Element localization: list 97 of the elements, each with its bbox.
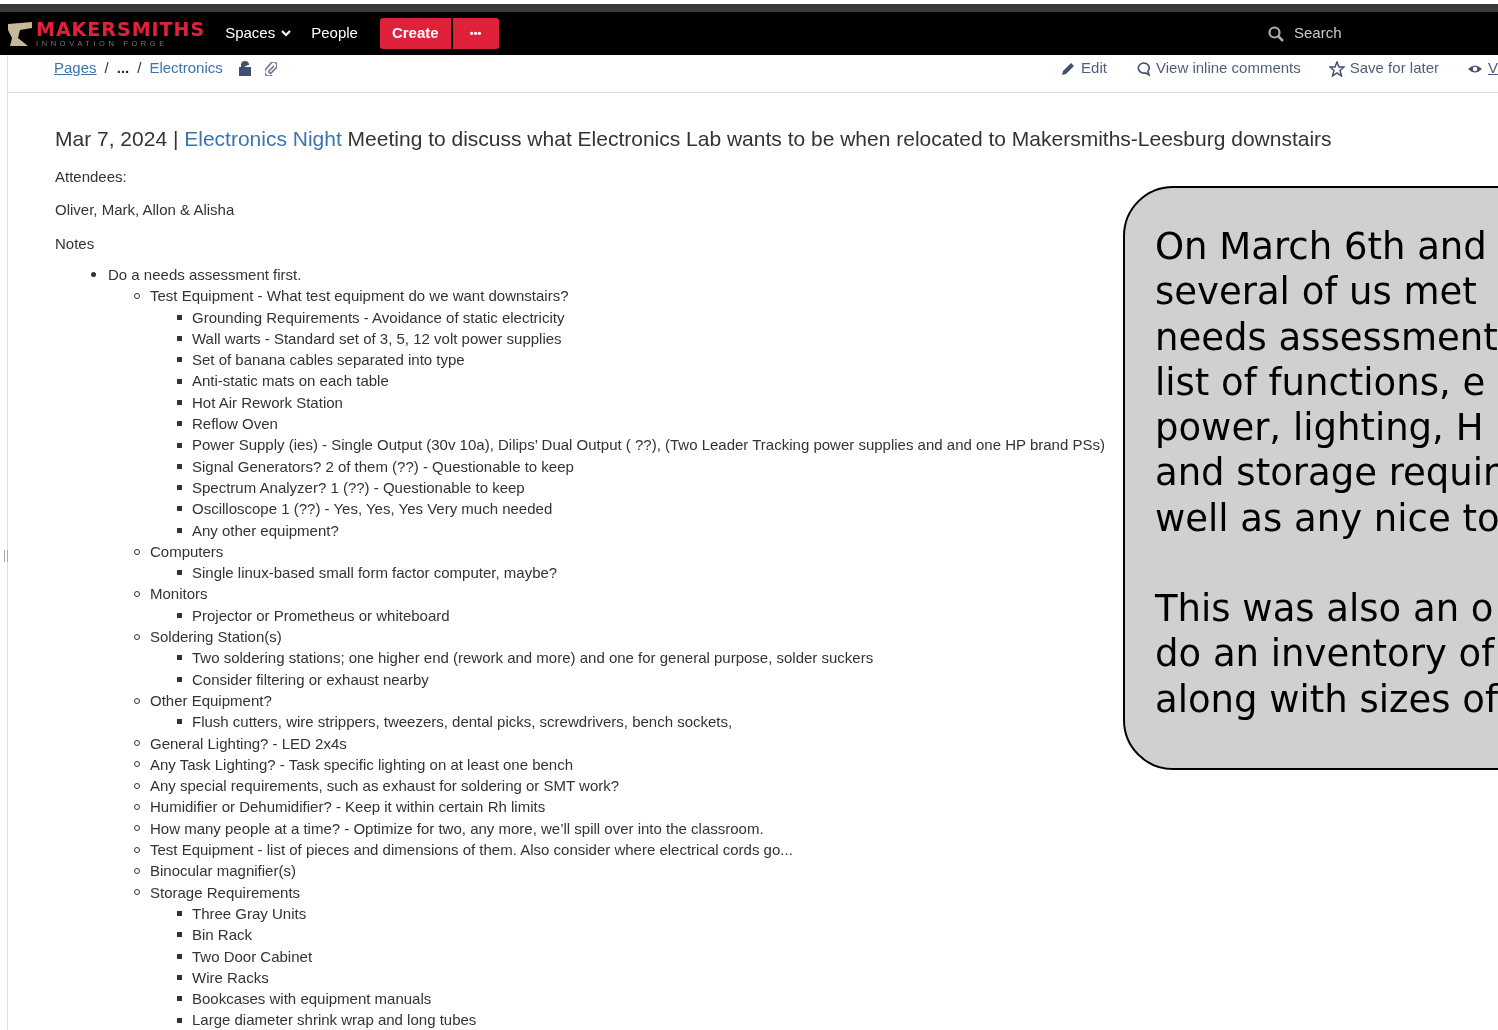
square-bullet-icon [177, 612, 182, 618]
callout-text-line: several of us met [1155, 269, 1477, 315]
list-item-text: Wall warts - Standard set of 3, 5, 12 volt power supplies [192, 328, 562, 349]
square-bullet-icon [177, 676, 182, 682]
callout-text-line: This was also an o [1155, 586, 1494, 632]
logo-wordmark: MAKERSMITHS [36, 19, 206, 39]
square-bullet-icon [177, 932, 182, 938]
list-item-text: Large diameter shrink wrap and long tubes [192, 1010, 477, 1030]
list-item-text: Projector or Prometheus or whiteboard [192, 605, 450, 626]
square-bullet-icon [177, 1017, 182, 1023]
create-button[interactable]: Create [379, 18, 451, 49]
list-item-text: Signal Generators? 2 of them (??) - Questionable to keep [192, 456, 574, 477]
callout-text-line: well as any nice to [1155, 495, 1498, 542]
callout-text-line: along with sizes of [1155, 676, 1498, 722]
square-bullet-icon [177, 506, 182, 512]
square-bullet-icon [177, 378, 182, 384]
paragraph-text: Attendees: [55, 166, 127, 187]
callout-text-line: power, lighting, H [1155, 405, 1484, 451]
list-item-text: Test Equipment - What test equipment do we want downstairs? [150, 286, 569, 307]
list-item-text: Bookcases with equipment manuals [192, 989, 432, 1010]
list-item-text: Three Gray Units [192, 903, 307, 924]
list-item-text: Oscilloscope 1 (??) - Yes, Yes, Yes Very much needed [192, 499, 553, 520]
list-item-text: Two Door Cabinet [192, 946, 313, 967]
page-action-link[interactable]: View inline comments [1134, 57, 1301, 80]
square-bullet-icon [177, 442, 182, 448]
list-item-text: Binocular magnifier(s) [150, 861, 296, 882]
callout-text-line: list of functions, e [1155, 359, 1486, 406]
list-item-text: Storage Requirements [150, 882, 301, 903]
breadcrumb-link[interactable]: Electronics [149, 57, 223, 80]
breadcrumb-separator: / [104, 58, 109, 79]
resize-handle[interactable] [4, 550, 8, 562]
list-item-text: Any other equipment? [192, 520, 339, 541]
square-bullet-icon [177, 314, 182, 320]
list-item-text: Single linux-based small form factor computer, maybe? [192, 563, 558, 584]
more-button[interactable]: ••• [452, 18, 499, 49]
square-bullet-icon [177, 527, 182, 533]
list-item-text: Monitors [150, 584, 208, 605]
square-bullet-icon [177, 655, 182, 661]
list-item-text: Bin Rack [192, 925, 253, 946]
list-item-text: Anti-static mats on each table [192, 371, 389, 392]
square-bullet-icon [177, 399, 182, 405]
list-item-text: Two soldering stations; one higher end (rework and more) and one for general purpose, solder suckers [192, 648, 874, 669]
list-item-text: Reflow Oven [192, 414, 278, 435]
page-action-link[interactable]: Save for later [1328, 57, 1439, 80]
list-item-text: Wire Racks [192, 967, 269, 988]
callout-text-line: On March 6th and [1155, 224, 1487, 270]
pencil-icon [1060, 60, 1077, 77]
list-item-text: Consider filtering or exhaust nearby [192, 669, 429, 690]
list-item-text: Do a needs assessment first. [108, 265, 302, 285]
list-item-text: Soldering Station(s) [150, 627, 282, 648]
list-item-text: Test Equipment - list of pieces and dimensions of them. Also consider where electrical cords go... [150, 840, 793, 860]
square-bullet-icon [177, 719, 182, 725]
list-item-text: Set of banana cables separated into type [192, 350, 465, 371]
search-field[interactable]: Search [1294, 22, 1394, 45]
square-bullet-icon [177, 911, 182, 917]
padlock-icon [238, 61, 253, 76]
list-item-text: Computers [150, 541, 224, 562]
square-bullet-icon [177, 953, 182, 959]
breadcrumb-link[interactable]: Pages [54, 57, 97, 80]
chevron-down-icon [281, 29, 292, 38]
callout-text-line: and storage requir [1155, 450, 1498, 496]
paperclip-icon [264, 61, 277, 76]
title-link[interactable]: Electronics Night [184, 127, 342, 150]
paragraph-text: Oliver, Mark, Allon & Alisha [55, 200, 235, 220]
square-bullet-icon [177, 996, 182, 1002]
breadcrumb-separator: / [137, 58, 142, 79]
anvil-icon [8, 19, 32, 48]
list-item-text: General Lighting? - LED 2x4s [150, 733, 347, 754]
page-title: Mar 7, 2024 | Electronics Night Meeting to discuss what Electronics Lab wants to be when relocated to Makersmiths-Leesburg downstairs [55, 126, 1333, 152]
list-item-text: How many people at a time? - Optimize for two, any more, we’ll spill over into the classroom. [150, 818, 764, 839]
list-item-text: Power Supply (ies) - Single Output (30v 10a), Dilips’ Dual Output ( ??), (Two Leader Tracking power supplies and and one HP brand PSs) [192, 435, 1105, 456]
square-bullet-icon [177, 463, 182, 469]
list-item-text: Any special requirements, such as exhaust for soldering or SMT work? [150, 776, 620, 797]
square-bullet-icon [177, 570, 182, 576]
nav-link[interactable]: People [311, 22, 358, 45]
list-item-text: Hot Air Rework Station [192, 392, 343, 413]
star-icon [1328, 60, 1345, 77]
page-action-link[interactable]: V [1467, 57, 1498, 80]
list-item-text: Grounding Requirements - Avoidance of static electricity [192, 307, 565, 328]
square-bullet-icon [177, 336, 182, 342]
paragraph-text: Notes [55, 233, 95, 254]
square-bullet-icon [177, 974, 182, 980]
breadcrumb-ellipsis[interactable]: ... [116, 57, 130, 80]
list-item-text: Spectrum Analyzer? 1 (??) - Questionable to keep [192, 477, 525, 498]
square-bullet-icon [177, 357, 182, 363]
square-bullet-icon [177, 485, 182, 491]
list-item-text: Humidifier or Dehumidifier? - Keep it within certain Rh limits [150, 797, 546, 818]
list-item-text: Flush cutters, wire strippers, tweezers, dental picks, screwdrivers, bench sockets, [192, 712, 733, 733]
callout-text-line: needs assessment [1155, 314, 1498, 360]
page-action-link[interactable]: Edit [1060, 57, 1107, 80]
callout-text-line: do an inventory of [1155, 631, 1495, 677]
nav-dropdown[interactable]: Spaces [225, 22, 292, 45]
list-item-text: Any Task Lighting? - Task specific lighting on at least one bench [150, 754, 574, 775]
search-icon [1268, 25, 1284, 42]
square-bullet-icon [177, 421, 182, 427]
list-item-text: Other Equipment? [150, 690, 272, 711]
bullet-icon [91, 272, 96, 278]
